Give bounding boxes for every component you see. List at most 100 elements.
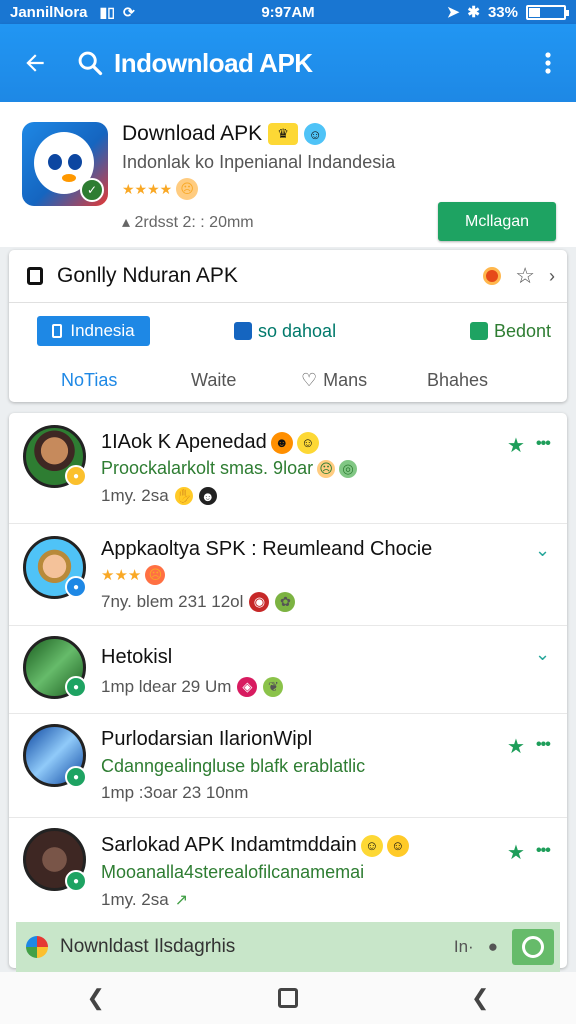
search-icon — [78, 51, 103, 76]
document-icon — [52, 324, 63, 338]
item-rating: ★★★ — [101, 567, 142, 584]
smile-emoji-icon: ☺ — [386, 834, 409, 857]
location-pin-icon[interactable] — [483, 267, 502, 285]
clock-icon: ▴ — [122, 214, 131, 231]
list-item[interactable]: ● Sarlokad APK Indamtmddain ☺ ☺ Mooanalla4… — [9, 818, 567, 922]
globe-emoji-icon: ◎ — [339, 459, 358, 478]
favorite-star-icon[interactable]: ★ — [507, 734, 525, 759]
heart-icon: ♡ — [301, 370, 318, 390]
face-emoji-icon: ☹ — [176, 178, 199, 200]
status-bar: JannilNora ▮▯ ⟳ 9:97AM ➤ ✱ 33% — [0, 0, 576, 24]
comment-icon — [234, 322, 252, 340]
info-icon[interactable]: ● — [488, 937, 498, 957]
nav-home-button[interactable] — [277, 988, 298, 1008]
filter-title: Gonlly Nduran APK — [57, 264, 238, 287]
person-emoji-icon: ☺ — [304, 123, 327, 145]
battery-icon — [526, 4, 569, 20]
system-nav-bar: ❮ ❮ — [0, 972, 576, 1024]
list-item[interactable]: ● Hetokisl 1mp ldear 29 Um ◈ ❦ ⌄ — [9, 626, 567, 714]
item-title: Purlodarsian IlarionWipl — [101, 728, 313, 750]
chip-indnesia[interactable]: Indnesia — [37, 316, 150, 346]
app-title: Indownload APK — [114, 47, 313, 78]
item-subtitle: Cdanngealingluse blafk erablatlic — [101, 756, 366, 776]
badge-icon: ● — [65, 465, 87, 487]
item-subtitle: Mooanalla4sterealofilcanamemai — [101, 862, 365, 882]
nav-recents-button[interactable]: ❮ — [471, 985, 489, 1011]
item-meta: 7ny. blem 231 12ol — [101, 592, 244, 611]
gift-emoji-icon: ◈ — [237, 677, 258, 697]
rating-stars: ★★★★ — [122, 180, 173, 197]
tab-waite[interactable]: Waite — [191, 370, 301, 391]
more-horiz-icon[interactable]: ••• — [536, 842, 551, 860]
item-subtitle: Proockalarkolt smas. 9loar — [101, 458, 314, 478]
item-title: Appkaoltya SPK : Reumleand Chocie — [101, 538, 433, 560]
smile-emoji-icon: ☺ — [296, 431, 319, 454]
arrow-left-icon — [26, 54, 44, 72]
app-list: ● 1IAok K Apenedad ☻ ☺ Proockalarkolt smas… — [9, 413, 567, 968]
tab-notias[interactable]: NoTias — [61, 370, 191, 391]
chrome-icon — [26, 936, 48, 958]
item-meta: 1mp ldear 29 Um — [101, 677, 232, 696]
chevron-down-icon[interactable]: ⌄ — [535, 540, 550, 561]
flag-emoji-icon: ◉ — [249, 592, 270, 612]
item-title: Sarlokad APK Indamtmddain — [101, 834, 357, 856]
download-banner-text: Nownldast Ilsdagrhis — [60, 936, 236, 957]
app-subtitle: Indonlak ko Inpenianal Indandesia — [122, 152, 396, 172]
item-meta: 1my. 2sa — [101, 890, 169, 909]
more-horiz-icon[interactable]: ••• — [536, 435, 551, 453]
star-outline-icon[interactable]: ☆ — [515, 263, 535, 289]
filter-card: Gonlly Nduran APK ☆ › Indnesia so dahoal… — [9, 250, 567, 402]
app-logo-icon: ✓ — [22, 122, 108, 206]
verified-badge-icon: ✓ — [80, 178, 104, 202]
download-banner[interactable]: Nownldast Ilsdagrhis In· ● — [16, 922, 560, 972]
favorite-star-icon[interactable]: ★ — [507, 840, 525, 865]
refresh-button[interactable] — [512, 929, 554, 965]
badge-icon: ● — [65, 766, 87, 788]
install-button[interactable]: Mcllagan — [438, 202, 556, 241]
app-bar: Indownload APK — [0, 24, 576, 102]
mask-emoji-icon: ☻ — [198, 487, 217, 505]
face-emoji-icon: ☹ — [145, 565, 166, 585]
more-horiz-icon[interactable]: ••• — [536, 736, 551, 754]
face-emoji-icon: ☹ — [317, 459, 336, 478]
back-button[interactable] — [0, 24, 70, 102]
link-icon: ↗ — [174, 892, 189, 909]
list-item[interactable]: ● Purlodarsian IlarionWipl Cdanngealingl… — [9, 714, 567, 818]
item-meta: 1mp :3oar 23 10nm — [101, 783, 249, 802]
list-item[interactable]: ● 1IAok K Apenedad ☻ ☺ Proockalarkolt smas… — [9, 413, 567, 524]
clock: 9:97AM — [261, 3, 315, 21]
crown-emoji-icon: ♛ — [268, 123, 299, 145]
chevron-right-icon[interactable]: › — [549, 266, 555, 287]
badge-icon: ● — [65, 576, 87, 598]
app-name: Download APK — [122, 122, 263, 145]
tab-bhahes[interactable]: Bhahes — [427, 370, 488, 391]
nav-back-button[interactable]: ❮ — [87, 985, 105, 1011]
hand-emoji-icon: ✋ — [174, 487, 193, 505]
list-item[interactable]: ● Appkaoltya SPK : Reumleand Chocie ★★★ ☹… — [9, 524, 567, 626]
chip-bedont[interactable]: Bedont — [469, 321, 551, 342]
featured-app-card[interactable]: ✓ Download APK ♛ ☺ Indonlak ko Inpeniana… — [0, 102, 576, 247]
tab-mans[interactable]: ♡ Mans — [301, 370, 427, 391]
thumbs-up-icon — [469, 322, 488, 340]
chevron-down-icon[interactable]: ⌄ — [535, 644, 550, 665]
more-vert-icon — [545, 52, 551, 74]
badge-icon: ● — [65, 870, 87, 892]
refresh-icon — [522, 936, 544, 958]
app-meta: ▴ 2rdsst 2: : 20mm — [122, 214, 254, 231]
search-button[interactable] — [70, 49, 110, 77]
grin-emoji-icon: ☺ — [360, 834, 383, 857]
chip-sodahoal[interactable]: so dahoal — [234, 321, 336, 342]
item-title: Hetokisl — [101, 646, 173, 668]
fire-emoji-icon: ☻ — [270, 431, 293, 454]
favorite-star-icon[interactable]: ★ — [507, 433, 525, 458]
select-checkbox[interactable] — [27, 267, 43, 285]
filter-chips: Indnesia so dahoal Bedont — [9, 303, 567, 359]
item-title: 1IAok K Apenedad — [101, 431, 267, 453]
overflow-menu-button[interactable] — [520, 24, 576, 102]
palette-emoji-icon: ✿ — [275, 592, 296, 612]
leaf-emoji-icon: ❦ — [263, 677, 284, 697]
download-banner-label: In· — [453, 937, 474, 956]
battery-fill — [529, 7, 540, 17]
badge-icon: ● — [65, 676, 87, 698]
item-meta: 1my. 2sa — [101, 486, 169, 505]
